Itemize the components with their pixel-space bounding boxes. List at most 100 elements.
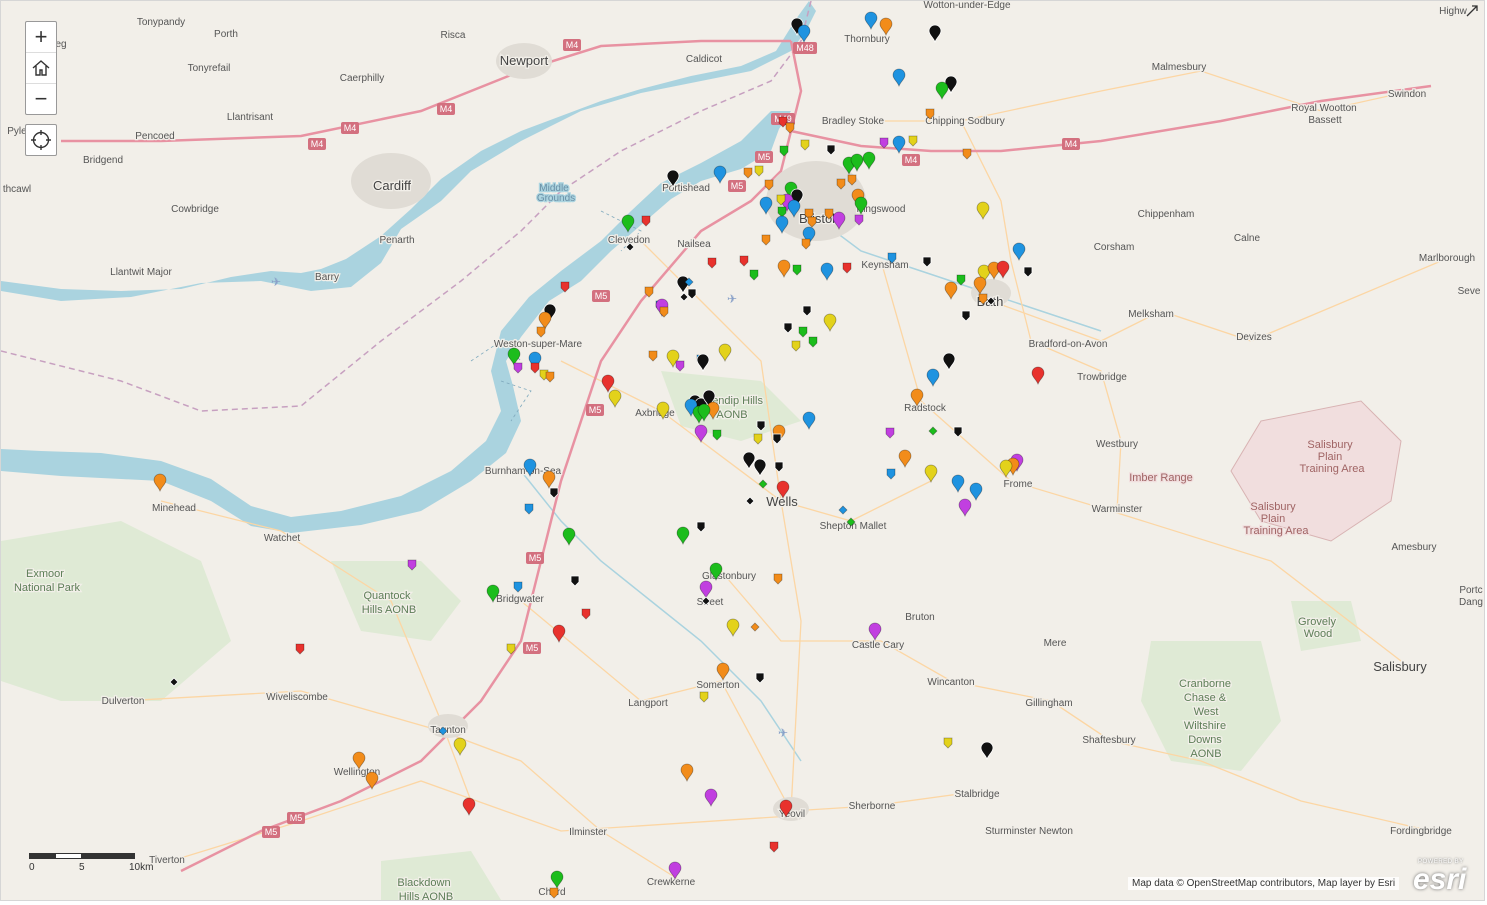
motorway-shield: M5 xyxy=(755,151,773,163)
place-label: Hills AONB xyxy=(362,604,416,616)
place-label: Caldicot xyxy=(686,54,722,65)
motorway-shield: M5 xyxy=(526,552,544,564)
zoom-out-button[interactable]: − xyxy=(26,84,56,114)
motorway-shield-label: M5 xyxy=(290,813,303,823)
scale-bar: 0 5 10km xyxy=(29,853,153,875)
place-label: AONB xyxy=(716,409,747,421)
place-label: Frome xyxy=(1004,479,1033,490)
esri-logo[interactable]: POWERED BY esri xyxy=(1413,859,1477,896)
zoom-control: + − xyxy=(25,21,57,115)
motorway-shield: M4 xyxy=(437,103,455,115)
airport-icon: ✈ xyxy=(727,292,737,306)
motorway-shield-label: M4 xyxy=(344,123,357,133)
place-label: Highw xyxy=(1439,6,1468,17)
place-label: Amesbury xyxy=(1391,542,1436,553)
place-label: Radstock xyxy=(904,403,947,414)
scale-segment xyxy=(82,853,135,859)
motorway-shield: M5 xyxy=(262,826,280,838)
zoom-in-button[interactable]: + xyxy=(26,22,56,53)
airport-icon: ✈ xyxy=(271,275,281,289)
place-label: National Park xyxy=(14,582,81,594)
place-label: Wood xyxy=(1304,628,1333,640)
attribution[interactable]: Map data © OpenStreetMap contributors, M… xyxy=(1128,877,1400,890)
place-label: Grounds xyxy=(537,193,575,204)
place-label: Trowbridge xyxy=(1077,372,1127,383)
map-view[interactable]: M4M48M4M4M4M49M5M5M4M4M5M5M5M5M5M5 Tonyp… xyxy=(0,0,1485,901)
place-label: Salisbury xyxy=(1307,439,1353,451)
motorway-shield-label: M5 xyxy=(758,152,771,162)
place-label: Sturminster Newton xyxy=(985,826,1073,837)
place-label: Penarth xyxy=(379,235,414,246)
place-label: Bassett xyxy=(1308,115,1342,126)
place-label: Wiveliscombe xyxy=(266,692,328,703)
place-label: Seve xyxy=(1458,286,1481,297)
motorway-shield: M4 xyxy=(308,138,326,150)
place-label: Grovely xyxy=(1298,616,1336,628)
place-label: eg xyxy=(55,39,66,50)
basemap[interactable]: M4M48M4M4M4M49M5M5M4M4M5M5M5M5M5M5 Tonyp… xyxy=(1,1,1484,900)
motorway-shield-label: M4 xyxy=(905,155,918,165)
place-label: Salisbury xyxy=(1250,501,1296,513)
place-label: Mere xyxy=(1044,638,1067,649)
place-label: Pencoed xyxy=(135,131,174,142)
place-label: Chipping Sodbury xyxy=(925,116,1005,127)
place-label: Wotton-under-Edge xyxy=(923,1,1011,11)
motorway-shield-label: M4 xyxy=(440,104,453,114)
place-label: Street xyxy=(697,597,724,608)
home-icon xyxy=(32,60,50,76)
esri-wordmark: esri xyxy=(1413,863,1467,896)
motorway-shield-label: M5 xyxy=(529,553,542,563)
expand-button[interactable] xyxy=(1465,4,1481,20)
place-label: Axbridge xyxy=(635,408,675,419)
place-label: Wincanton xyxy=(927,677,974,688)
scale-label: 10km xyxy=(129,862,154,873)
place-label: Salisbury xyxy=(1373,659,1427,674)
crosshair-icon xyxy=(31,130,51,150)
expand-icon xyxy=(1466,5,1478,17)
place-label: Shaftesbury xyxy=(1082,735,1135,746)
motorway-shield-label: M5 xyxy=(526,643,539,653)
scale-label: 0 xyxy=(29,862,35,873)
place-label: Thornbury xyxy=(844,34,890,45)
motorway-shield: M4 xyxy=(563,39,581,51)
place-label: Newport xyxy=(500,53,549,68)
place-label: Plain xyxy=(1261,513,1285,525)
motorway-shield: M5 xyxy=(728,180,746,192)
place-label: Melksham xyxy=(1128,309,1174,320)
motorway-shield-label: M5 xyxy=(595,291,608,301)
place-label: Dang xyxy=(1459,597,1483,608)
place-label: Plain xyxy=(1318,451,1342,463)
motorway-shield-label: M48 xyxy=(796,43,814,53)
place-label: Crewkerne xyxy=(647,877,696,888)
home-button[interactable] xyxy=(26,53,56,84)
place-label: Hills AONB xyxy=(399,891,453,900)
place-label: Imber Range xyxy=(1129,472,1193,484)
place-label: Training Area xyxy=(1243,525,1309,537)
scale-label: 5 xyxy=(79,862,85,873)
place-label: Keynsham xyxy=(861,260,908,271)
place-label: Cowbridge xyxy=(171,204,219,215)
place-label: Minehead xyxy=(152,503,196,514)
place-label: Bradford-on-Avon xyxy=(1029,339,1108,350)
place-label: Training Area xyxy=(1299,463,1365,475)
place-label: Fordingbridge xyxy=(1390,826,1452,837)
place-label: Nailsea xyxy=(677,239,711,250)
place-label: Tiverton xyxy=(149,855,185,866)
place-label: Caerphilly xyxy=(340,73,384,84)
motorway-shield-label: M5 xyxy=(589,405,602,415)
place-label: Quantock xyxy=(363,590,411,602)
motorway-shield-label: M4 xyxy=(566,40,579,50)
motorway-shield-label: M5 xyxy=(265,827,278,837)
place-label: Glastonbury xyxy=(702,571,756,582)
airport-icon: ✈ xyxy=(778,726,788,740)
place-label: Somerton xyxy=(696,680,739,691)
place-label: Corsham xyxy=(1094,242,1135,253)
place-label: Llantrisant xyxy=(227,112,273,123)
place-label: Ilminster xyxy=(569,827,607,838)
place-label: Swindon xyxy=(1388,89,1426,100)
locate-button[interactable] xyxy=(25,124,57,156)
place-label: West xyxy=(1194,706,1219,718)
motorway-shield: M48 xyxy=(793,42,817,54)
motorway-shield: M4 xyxy=(341,122,359,134)
place-label: Portc xyxy=(1459,585,1482,596)
